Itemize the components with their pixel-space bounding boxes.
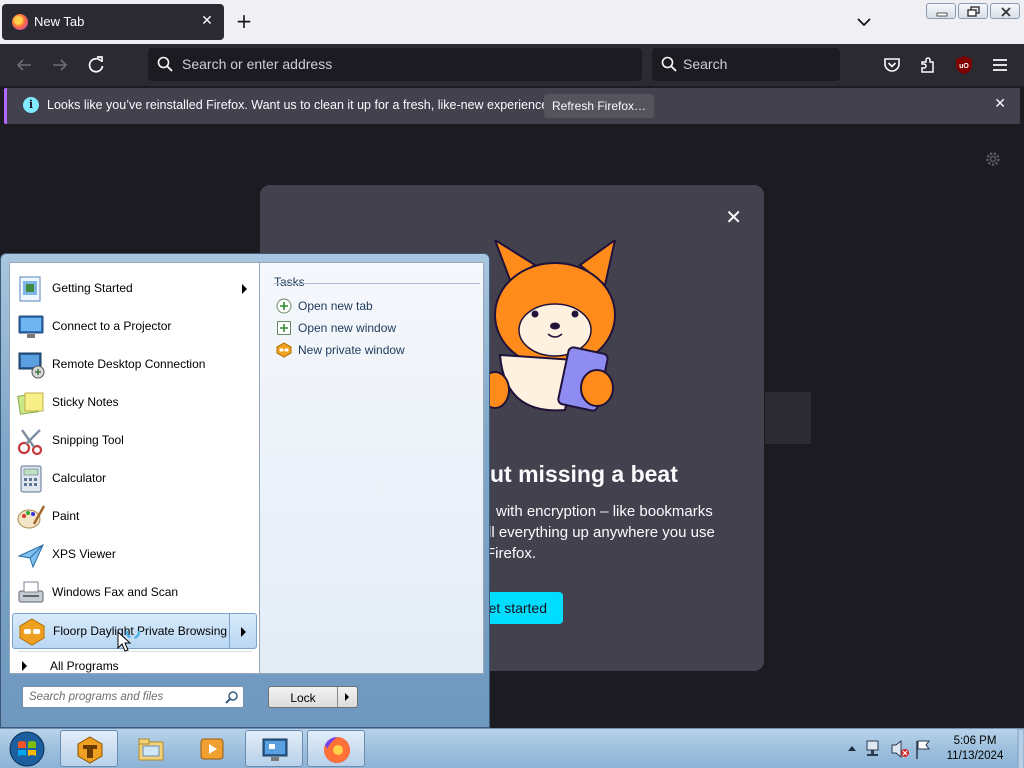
start-search-input[interactable]: Search programs and files [22, 686, 244, 708]
tab-close-icon[interactable]: ✕ [198, 12, 216, 30]
program-paint[interactable]: Paint [12, 499, 257, 535]
forward-arrow-icon[interactable] [49, 54, 71, 76]
chevron-down-icon[interactable] [854, 12, 874, 32]
show-desktop-button [1017, 729, 1024, 768]
close-icon[interactable]: ✕ [994, 96, 1006, 112]
new-tab-icon [276, 298, 292, 314]
calculator-icon [20, 465, 42, 493]
private-window-icon [276, 342, 292, 358]
network-icon [866, 740, 879, 756]
address-bar-placeholder: Search or enter address [182, 56, 333, 72]
task-new-private-window[interactable]: New private window [274, 340, 474, 360]
sticky-notes-icon [17, 392, 44, 415]
busy-cursor-icon [117, 631, 141, 652]
tasks-heading: Tasks [274, 275, 305, 289]
search-bar-placeholder: Search [683, 56, 728, 72]
task-open-new-tab[interactable]: Open new tab [274, 296, 474, 316]
start-button[interactable] [4, 730, 50, 768]
search-icon [157, 56, 173, 72]
jump-list-pane: Tasks Open new tab Open new window New p… [260, 262, 484, 674]
search-icon [661, 56, 677, 72]
show-hidden-icons-arrow [848, 746, 856, 751]
info-icon: i [23, 97, 39, 113]
program-snipping-tool[interactable]: Snipping Tool [12, 423, 257, 459]
program-xps-viewer[interactable]: XPS Viewer [12, 537, 257, 573]
gear-icon[interactable] [984, 150, 1002, 168]
program-remote-desktop[interactable]: Remote Desktop Connection [12, 347, 257, 383]
close-icon[interactable]: ✕ [725, 207, 742, 227]
extensions-puzzle-icon[interactable] [917, 54, 939, 76]
search-icon [225, 691, 238, 704]
floorp-icon [77, 736, 103, 764]
firefox-favicon-icon [12, 14, 28, 30]
navigation-toolbar: Search or enter address Search uO [0, 44, 1024, 86]
getting-started-icon [19, 276, 41, 302]
address-bar[interactable]: Search or enter address [148, 48, 642, 81]
expand-arrow-icon [22, 661, 27, 671]
program-sticky-notes[interactable]: Sticky Notes [12, 385, 257, 421]
clock-time: 5:06 PM [953, 735, 997, 747]
reinstall-notification-bar: i Looks like you’ve reinstalled Firefox.… [4, 88, 1020, 124]
program-fax-scan[interactable]: Windows Fax and Scan [12, 575, 257, 611]
reload-icon[interactable] [85, 54, 107, 76]
browser-tab[interactable]: New Tab ✕ [2, 4, 224, 40]
split-separator [337, 687, 338, 707]
system-clock[interactable]: 5:06 PM 11/13/2024 [935, 734, 1015, 764]
remote-desktop-icon [18, 352, 45, 379]
file-explorer-icon [138, 738, 164, 761]
ublock-origin-icon[interactable]: uO [953, 54, 975, 76]
window-minimize-button[interactable] [926, 3, 956, 19]
projector-icon [18, 315, 44, 338]
media-player-icon [200, 738, 224, 760]
search-bar[interactable]: Search [652, 48, 840, 81]
pocket-icon[interactable] [881, 54, 903, 76]
notification-message: Looks like you’ve reinstalled Firefox. W… [47, 98, 556, 112]
fax-scanner-icon [18, 581, 44, 603]
divider [274, 283, 480, 284]
window-restore-button[interactable] [958, 3, 988, 19]
new-window-icon [277, 321, 291, 335]
scissors-icon [17, 429, 43, 456]
taskbar: 5:06 PM 11/13/2024 [0, 728, 1024, 768]
submenu-arrow-icon[interactable] [242, 284, 247, 294]
taskbar-remote-desktop[interactable] [245, 730, 303, 767]
window-close-button[interactable] [990, 3, 1020, 19]
volume-muted-icon [891, 739, 909, 759]
split-separator [229, 614, 230, 648]
start-menu: Getting Started Connect to a Projector R… [0, 253, 490, 728]
taskbar-firefox[interactable] [307, 730, 365, 767]
tab-title: New Tab [34, 14, 85, 29]
start-search-placeholder: Search programs and files [29, 691, 164, 703]
clock-date: 11/13/2024 [946, 750, 1004, 762]
firefox-icon [324, 737, 350, 763]
action-center-flag-icon [916, 740, 930, 759]
program-list: Getting Started Connect to a Projector R… [9, 262, 260, 674]
background-tile [765, 392, 811, 444]
program-getting-started[interactable]: Getting Started [12, 271, 257, 307]
program-connect-projector[interactable]: Connect to a Projector [12, 309, 257, 345]
back-arrow-icon[interactable] [13, 54, 35, 76]
taskbar-floorp[interactable] [60, 730, 118, 767]
program-calculator[interactable]: Calculator [12, 461, 257, 497]
svg-text:uO: uO [959, 63, 969, 70]
refresh-firefox-button[interactable]: Refresh Firefox… [544, 94, 654, 118]
taskbar-file-explorer[interactable] [122, 730, 180, 767]
floorp-private-icon [19, 618, 45, 646]
remote-desktop-icon [262, 738, 288, 761]
taskbar-media-player[interactable] [183, 730, 241, 767]
submenu-arrow-icon[interactable] [241, 627, 246, 637]
paint-icon [17, 505, 46, 529]
new-tab-button[interactable]: + [234, 11, 254, 31]
power-options-arrow-icon[interactable] [345, 693, 349, 701]
lock-button[interactable]: Lock [268, 686, 358, 708]
all-programs-button[interactable]: All Programs [12, 656, 257, 676]
browser-tab-strip: New Tab ✕ + [0, 0, 1024, 44]
xps-viewer-icon [17, 543, 45, 569]
hamburger-menu-icon[interactable] [989, 54, 1011, 76]
task-open-new-window[interactable]: Open new window [274, 318, 474, 338]
